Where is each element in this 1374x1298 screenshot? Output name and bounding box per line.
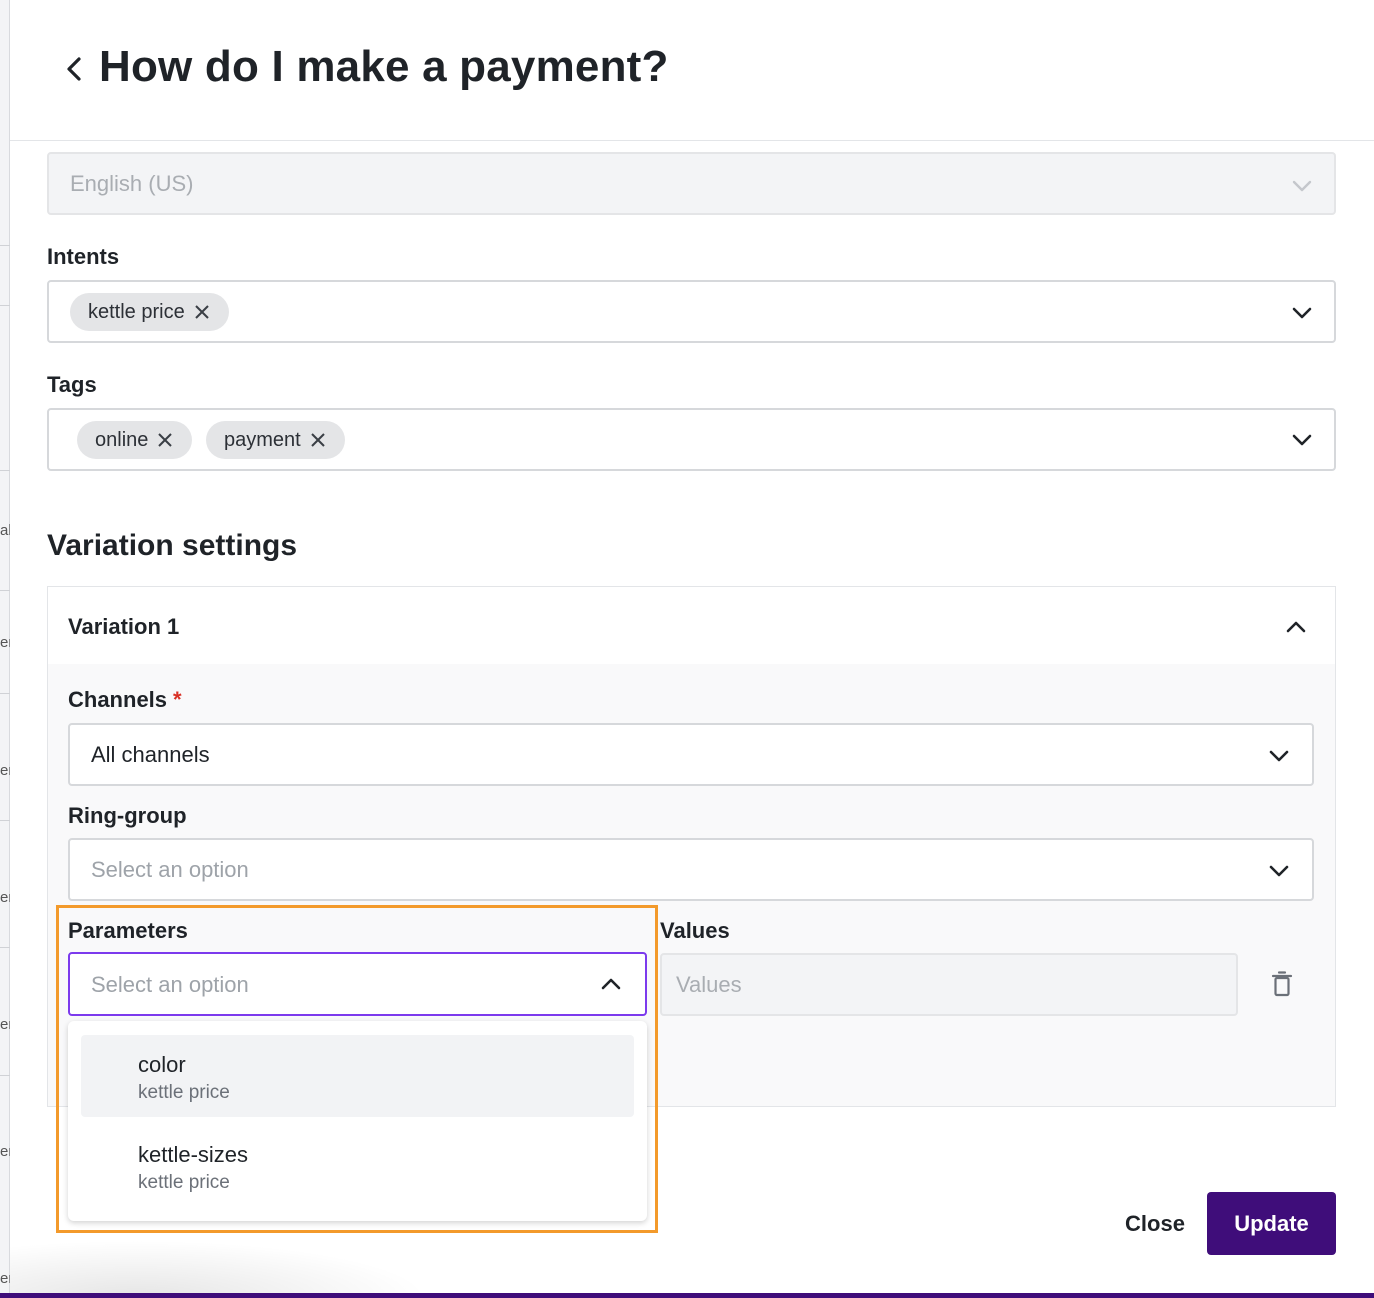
background-text: er: [0, 1143, 10, 1160]
ring-group-label: Ring-group: [68, 803, 187, 828]
divider: [0, 820, 10, 821]
chevron-down-icon[interactable]: [1267, 748, 1291, 764]
page-title: How do I make a payment?: [99, 42, 669, 91]
divider: [0, 305, 10, 306]
channels-select[interactable]: All channels: [68, 723, 1314, 786]
divider: [0, 590, 10, 591]
chip-online: online: [77, 421, 193, 459]
channels-label-text: Channels: [68, 687, 168, 712]
divider: [0, 470, 10, 471]
chip-payment: payment: [206, 421, 345, 459]
chevron-down-icon[interactable]: [1290, 432, 1314, 448]
values-label: Values: [660, 918, 730, 943]
chevron-down-icon[interactable]: [1267, 863, 1291, 879]
shadow: [10, 1240, 430, 1298]
background-text: er: [0, 889, 10, 906]
intents-label: Intents: [47, 244, 120, 269]
background-text: er: [0, 762, 10, 779]
chip-label: online: [95, 429, 149, 451]
chevron-left-icon[interactable]: [62, 52, 86, 86]
background-text: er: [0, 1270, 10, 1287]
variation-header[interactable]: Variation 1: [48, 587, 1335, 664]
channels-label: Channels *: [68, 687, 182, 713]
background-text: al: [0, 522, 10, 539]
bottom-accent-bar: [0, 1293, 1374, 1298]
annotation-highlight-box: [56, 905, 658, 1233]
chevron-up-icon[interactable]: [1284, 619, 1308, 635]
edit-faq-panel: How do I make a payment? English (US) In…: [10, 0, 1374, 1298]
variation-title: Variation 1: [68, 614, 180, 639]
close-icon[interactable]: [156, 431, 174, 449]
channels-value: All channels: [91, 742, 210, 767]
close-button[interactable]: Close: [1107, 1192, 1203, 1255]
required-mark: *: [173, 687, 182, 712]
close-icon[interactable]: [193, 303, 211, 321]
divider: [0, 245, 10, 246]
update-button[interactable]: Update: [1207, 1192, 1336, 1255]
background-text: er: [0, 634, 10, 651]
chip-label: kettle price: [88, 301, 185, 323]
tags-select[interactable]: online payment: [47, 408, 1336, 471]
language-value: English (US): [70, 171, 194, 196]
variation-settings-title: Variation settings: [47, 529, 298, 562]
values-input[interactable]: Values: [660, 953, 1238, 1016]
divider: [0, 693, 10, 694]
language-select: English (US): [47, 152, 1336, 215]
ring-group-select[interactable]: Select an option: [68, 838, 1314, 901]
chip-label: payment: [224, 429, 301, 451]
chevron-down-icon[interactable]: [1290, 305, 1314, 321]
panel-header: How do I make a payment?: [10, 0, 1374, 141]
divider: [0, 1075, 10, 1076]
trash-icon[interactable]: [1271, 970, 1293, 998]
background-page-edge: al er er er er er er: [0, 0, 10, 1298]
values-placeholder: Values: [676, 972, 742, 997]
chip-kettle-price: kettle price: [70, 293, 229, 331]
divider: [0, 947, 10, 948]
intents-select[interactable]: kettle price: [47, 280, 1336, 343]
close-icon[interactable]: [309, 431, 327, 449]
chevron-down-icon: [1292, 180, 1312, 192]
ring-group-placeholder: Select an option: [91, 857, 249, 882]
tags-label: Tags: [47, 372, 97, 397]
background-text: er: [0, 1016, 10, 1033]
